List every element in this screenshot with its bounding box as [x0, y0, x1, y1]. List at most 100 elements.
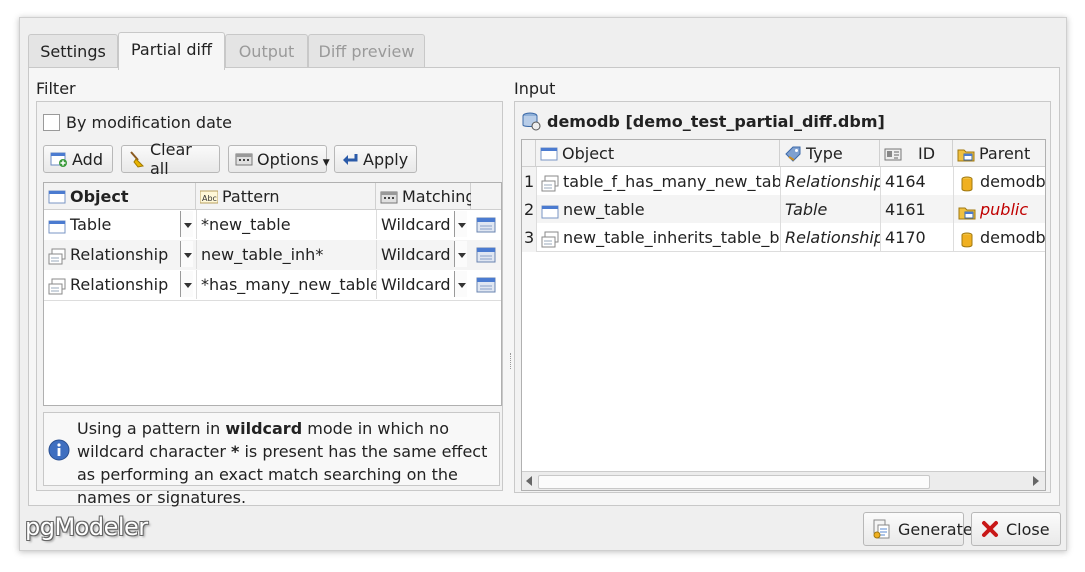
filter-object-combo[interactable]: Table: [44, 210, 180, 239]
filter-object-combo[interactable]: Relationship: [44, 270, 180, 299]
filter-matching-combo[interactable]: Wildcard: [376, 270, 460, 299]
filter-col-matching-label: Matching: [402, 186, 476, 206]
type-icon: [784, 144, 802, 162]
filter-matching-dropdown[interactable]: [454, 211, 467, 237]
matching-icon: [380, 187, 398, 205]
input-col-type-label: Type: [806, 143, 843, 163]
scroll-left-arrow-icon[interactable]: [526, 476, 532, 486]
filter-matching-dropdown[interactable]: [454, 241, 467, 267]
database-label: demodb [demo_test_partial_diff.dbm]: [547, 111, 885, 131]
filter-pattern-value: *has_many_new_table*: [201, 275, 376, 294]
filter-matching-combo[interactable]: Wildcard: [376, 210, 460, 239]
tab-settings[interactable]: Settings: [28, 34, 118, 69]
filter-row: Table *new_table Wildcard: [44, 210, 501, 241]
tab-label: Output: [238, 42, 295, 61]
database-small-icon: [958, 173, 976, 191]
input-group: demodb [demo_test_partial_diff.dbm] Obje…: [514, 101, 1051, 493]
input-type-cell: Relationship: [780, 167, 880, 196]
input-col-type[interactable]: Type: [780, 140, 880, 167]
object-icon: [48, 187, 66, 205]
input-object-cell: table_f_has_many_new_table: [536, 167, 780, 196]
input-type-cell: Relationship: [780, 223, 880, 252]
add-button[interactable]: Add: [43, 145, 113, 173]
clear-all-button[interactable]: Clear all: [121, 140, 220, 178]
add-button-label: Add: [72, 149, 103, 169]
input-object-name: new_table: [563, 200, 645, 219]
input-type-cell: Table: [780, 195, 880, 224]
database-icon: [521, 111, 541, 131]
filter-matching-value: Wildcard: [381, 275, 451, 294]
generate-button-label: Generate: [898, 519, 973, 539]
generate-icon: [872, 519, 892, 539]
by-modification-date-label: By modification date: [66, 113, 232, 132]
filter-object-dropdown[interactable]: [180, 211, 193, 237]
input-col-parent-label: Parent: [979, 143, 1031, 163]
filter-pattern-field[interactable]: *has_many_new_table*: [196, 270, 376, 299]
splitter-handle[interactable]: [510, 353, 513, 369]
filter-col-pattern[interactable]: Abc Pattern: [196, 183, 376, 210]
apply-button[interactable]: Apply: [334, 145, 417, 173]
table-icon: [48, 216, 66, 234]
id-card-icon: [884, 144, 902, 162]
parent-schema-icon: [957, 144, 975, 162]
input-col-id-label: ID: [918, 143, 936, 163]
close-button-label: Close: [1006, 519, 1050, 539]
filter-col-object-label: Object: [70, 186, 129, 206]
row-number: 2: [522, 195, 536, 224]
table-icon: [541, 201, 559, 219]
filter-col-pattern-label: Pattern: [222, 186, 280, 206]
filter-pattern-value: new_table_inh*: [201, 245, 324, 264]
filter-object-value: Relationship: [70, 245, 169, 264]
filter-section-title: Filter: [36, 79, 76, 98]
input-table-row[interactable]: 1 table_f_has_many_new_table Relationshi…: [522, 167, 1045, 196]
filter-pattern-field[interactable]: *new_table: [196, 210, 376, 239]
input-object-name: table_f_has_many_new_table: [563, 172, 780, 191]
filter-col-actions: [471, 183, 501, 210]
filter-matching-combo[interactable]: Wildcard: [376, 240, 460, 269]
add-icon: [50, 150, 68, 168]
broom-icon: [128, 150, 146, 168]
remove-row-icon[interactable]: [476, 215, 496, 235]
horizontal-scrollbar[interactable]: [522, 471, 1045, 490]
filter-pattern-field[interactable]: new_table_inh*: [196, 240, 376, 269]
filter-matching-value: Wildcard: [381, 215, 451, 234]
input-table-row[interactable]: 2 new_table Table 4161 public: [522, 195, 1045, 224]
filter-object-dropdown[interactable]: [180, 241, 193, 267]
apply-arrow-icon: [341, 150, 359, 168]
filter-col-matching[interactable]: Matching: [376, 183, 476, 210]
relationship-icon: [541, 173, 559, 191]
tab-label: Settings: [40, 42, 106, 61]
scrollbar-thumb[interactable]: [538, 475, 930, 489]
options-button[interactable]: Options ▼: [228, 145, 330, 173]
text-abc-icon: Abc: [199, 187, 219, 205]
tab-output[interactable]: Output: [225, 34, 308, 69]
input-col-object[interactable]: Object: [536, 140, 780, 167]
input-col-parent[interactable]: Parent: [953, 140, 1045, 167]
close-button[interactable]: Close: [971, 512, 1061, 546]
schema-icon: [958, 201, 976, 219]
input-objects-table: Object Type ID Parent 1 table_f_has_many…: [521, 139, 1046, 491]
by-modification-date-checkbox[interactable]: [43, 114, 60, 131]
filter-row: Relationship *has_many_new_table* Wildca…: [44, 270, 501, 301]
filter-object-dropdown[interactable]: [180, 271, 193, 297]
input-object-cell: new_table: [536, 195, 780, 224]
scroll-right-arrow-icon[interactable]: [1033, 476, 1039, 486]
input-object-cell: new_table_inherits_table_b: [536, 223, 780, 252]
filter-matching-dropdown[interactable]: [454, 271, 467, 297]
tab-partial-diff[interactable]: Partial diff: [118, 32, 225, 70]
remove-row-icon[interactable]: [476, 275, 496, 295]
filter-group: By modification date Add Clear all Optio…: [36, 101, 503, 507]
filter-matching-value: Wildcard: [381, 245, 451, 264]
input-id-cell: 4164: [880, 167, 953, 196]
generate-button[interactable]: Generate: [863, 512, 973, 546]
object-icon: [540, 144, 558, 162]
remove-row-icon[interactable]: [476, 245, 496, 265]
tab-diff-preview[interactable]: Diff preview: [308, 34, 425, 69]
input-parent-cell: demodb: [953, 223, 1045, 252]
info-text-bold: wildcard: [225, 419, 303, 438]
filter-object-value: Relationship: [70, 275, 169, 294]
filter-object-combo[interactable]: Relationship: [44, 240, 180, 269]
filter-col-object[interactable]: Object: [44, 183, 196, 210]
input-table-row[interactable]: 3 new_table_inherits_table_b Relationshi…: [522, 223, 1045, 252]
input-col-id[interactable]: ID: [880, 140, 953, 167]
